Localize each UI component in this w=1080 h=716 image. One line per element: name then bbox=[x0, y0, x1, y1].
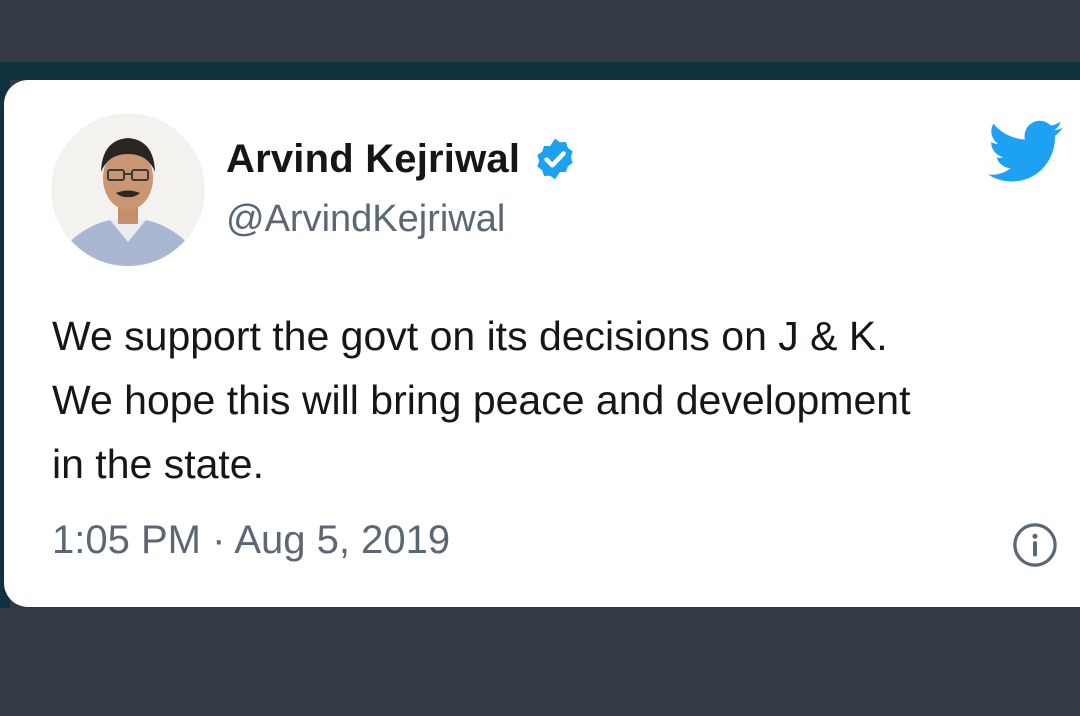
top-background-band bbox=[0, 0, 1080, 62]
tweet-date: Aug 5, 2019 bbox=[234, 518, 451, 562]
tweet-time: 1:05 PM bbox=[52, 518, 201, 562]
tweet-text-line: in the state. bbox=[52, 441, 264, 487]
author-name-row: Arvind Kejriwal bbox=[226, 133, 578, 185]
bottom-background-band bbox=[0, 608, 1080, 716]
user-handle[interactable]: @ArvindKejriwal bbox=[226, 198, 505, 241]
tweet-text-line: We hope this will bring peace and develo… bbox=[52, 377, 911, 423]
verified-badge-icon bbox=[537, 138, 573, 180]
twitter-bird-icon[interactable] bbox=[988, 120, 1064, 184]
timestamp-separator: · bbox=[212, 518, 226, 562]
display-name[interactable]: Arvind Kejriwal bbox=[226, 137, 520, 182]
tweet-text: We support the govt on its decisions on … bbox=[52, 304, 1062, 496]
avatar[interactable] bbox=[52, 114, 204, 266]
info-icon[interactable] bbox=[1012, 522, 1058, 568]
tweet-timestamp[interactable]: 1:05 PM · Aug 5, 2019 bbox=[52, 518, 450, 563]
top-dark-strip bbox=[0, 62, 1080, 80]
tweet-text-line: We support the govt on its decisions on … bbox=[52, 313, 888, 359]
profile-photo bbox=[52, 114, 204, 266]
